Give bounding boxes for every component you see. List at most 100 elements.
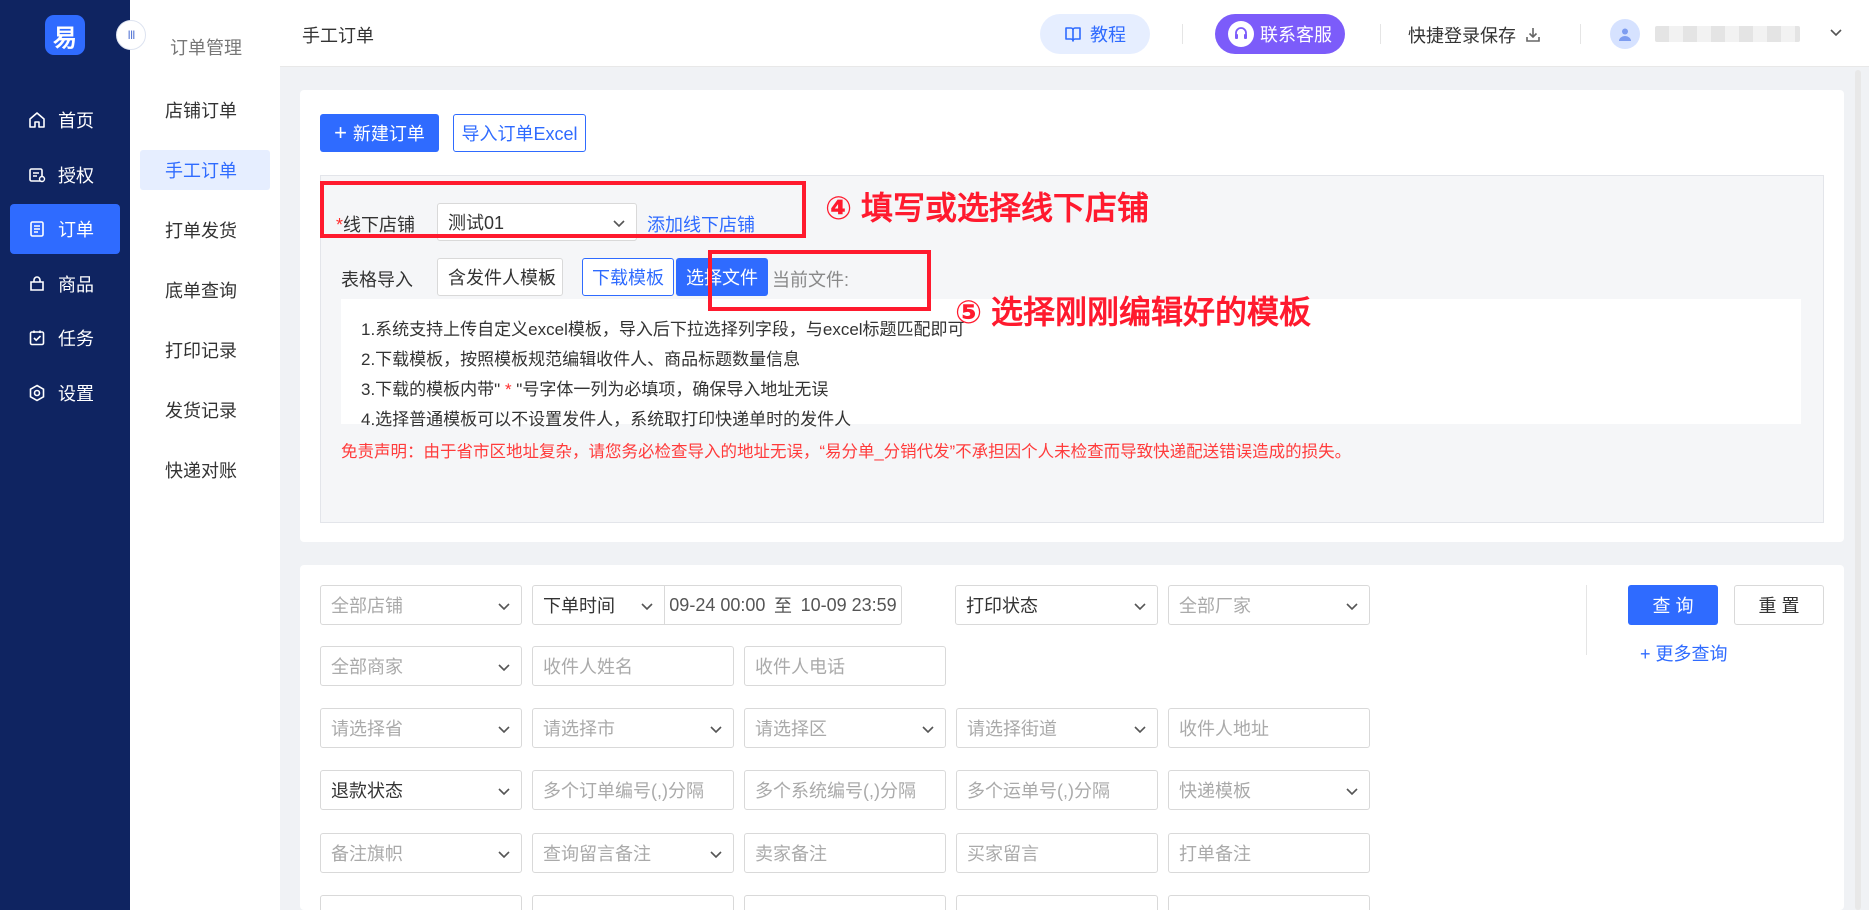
quick-login-save-button[interactable]: 快捷登录保存 [1408, 22, 1542, 48]
order-icon [30, 221, 44, 237]
filter-input-partial[interactable] [320, 895, 522, 910]
filter-input-partial[interactable] [532, 895, 734, 910]
settings-icon [29, 384, 45, 402]
nav-item-settings[interactable]: 设置 [10, 368, 120, 418]
reset-button[interactable]: 重 置 [1734, 585, 1824, 625]
select-placeholder: 备注旗帜 [331, 844, 403, 864]
district-select[interactable]: 请选择区 [744, 708, 946, 748]
subnav-item-waybill-query[interactable]: 底单查询 [140, 270, 270, 310]
subnav-item-print-ship[interactable]: 打单发货 [140, 210, 270, 250]
all-factories-select[interactable]: 全部厂家 [1168, 585, 1370, 625]
home-icon [29, 112, 45, 128]
nav-item-label: 授权 [58, 166, 94, 186]
import-excel-button[interactable]: 导入订单Excel [453, 114, 586, 152]
nav-item-home[interactable]: 首页 [10, 95, 120, 145]
subnav-item-print-records[interactable]: 打印记录 [140, 330, 270, 370]
chevron-down-icon [498, 851, 510, 859]
waybill-numbers-input[interactable]: 多个运单号(,)分隔 [956, 770, 1158, 810]
chevron-down-icon [922, 726, 934, 734]
select-placeholder: 请选择市 [543, 719, 615, 739]
goods-icon [30, 276, 44, 291]
date-end: 10-09 23:59 [800, 594, 897, 615]
all-stores-select[interactable]: 全部店铺 [320, 585, 522, 625]
date-separator: 至 [773, 596, 792, 616]
recipient-phone-input[interactable]: 收件人电话 [744, 646, 946, 686]
auth-icon [29, 168, 46, 183]
filter-input-partial[interactable] [744, 895, 946, 910]
subnav-item-store-orders[interactable]: 店铺订单 [140, 90, 270, 130]
buyer-message-input[interactable]: 买家留言 [956, 833, 1158, 873]
chevron-down-icon [1134, 603, 1146, 611]
nav-item-label: 商品 [58, 275, 94, 295]
new-order-button[interactable]: + 新建订单 [320, 114, 439, 152]
chevron-down-icon[interactable] [1828, 24, 1844, 40]
recipient-name-input[interactable]: 收件人姓名 [532, 646, 734, 686]
query-remark-select[interactable]: 查询留言备注 [532, 833, 734, 873]
main-nav-rail: 易 首页 授权 订单 商品 任务 设置 [0, 0, 130, 910]
plus-icon: + [334, 120, 347, 145]
select-value: 下单时间 [543, 596, 615, 616]
divider [1182, 24, 1183, 44]
subnav-item-ship-records[interactable]: 发货记录 [140, 390, 270, 430]
select-placeholder: 查询留言备注 [543, 844, 651, 864]
remark-flag-select[interactable]: 备注旗帜 [320, 833, 522, 873]
user-avatar[interactable] [1610, 19, 1640, 49]
select-placeholder: 全部店铺 [331, 596, 403, 616]
date-range-picker[interactable]: 09-24 00:00 至 10-09 23:59 [665, 585, 902, 625]
subnav-item-manual-orders[interactable]: 手工订单 [140, 150, 270, 190]
print-remark-input[interactable]: 打单备注 [1168, 833, 1370, 873]
street-select[interactable]: 请选择街道 [956, 708, 1158, 748]
system-numbers-input[interactable]: 多个系统编号(,)分隔 [744, 770, 946, 810]
order-filter-card: 全部店铺 下单时间 09-24 00:00 至 10-09 23:59 打印状态… [300, 565, 1844, 910]
order-numbers-input[interactable]: 多个订单编号(,)分隔 [532, 770, 734, 810]
seller-remark-input[interactable]: 卖家备注 [744, 833, 946, 873]
contact-service-label: 联系客服 [1260, 25, 1332, 45]
subnav-title: 订单管理 [170, 38, 242, 58]
sidebar-collapse-button[interactable]: III [116, 20, 146, 50]
chevron-down-icon [710, 726, 722, 734]
app-logo: 易 [45, 15, 85, 55]
filter-input-partial[interactable] [1168, 895, 1370, 910]
province-select[interactable]: 请选择省 [320, 708, 522, 748]
instruction-line: 4.选择普通模板可以不设置发件人，系统取打印快递单时的发件人 [361, 410, 852, 429]
chevron-down-icon [498, 726, 510, 734]
tutorial-button[interactable]: 教程 [1040, 14, 1150, 54]
contact-service-button[interactable]: 联系客服 [1215, 14, 1345, 54]
nav-item-task[interactable]: 任务 [10, 313, 120, 363]
page-scrollbar[interactable] [1855, 70, 1861, 910]
nav-item-auth[interactable]: 授权 [10, 150, 120, 200]
date-start: 09-24 00:00 [669, 594, 766, 615]
tutorial-label: 教程 [1090, 25, 1126, 45]
annotation-step5: ⑤ 选择刚刚编辑好的模板 [955, 294, 1311, 330]
sub-sidebar: 订单管理 店铺订单 手工订单 打单发货 底单查询 打印记录 发货记录 快递对账 [130, 0, 280, 910]
user-icon [1619, 28, 1631, 41]
express-template-select[interactable]: 快递模板 [1168, 770, 1370, 810]
chevron-down-icon [710, 851, 722, 859]
download-template-button[interactable]: 下载模板 [582, 258, 674, 296]
nav-item-goods[interactable]: 商品 [10, 259, 120, 309]
new-order-label: 新建订单 [352, 124, 425, 144]
subnav-item-express-reconcile[interactable]: 快递对账 [140, 450, 270, 490]
nav-item-label: 订单 [58, 220, 94, 240]
select-placeholder: 请选择区 [755, 719, 827, 739]
nav-item-order[interactable]: 订单 [10, 204, 120, 254]
city-select[interactable]: 请选择市 [532, 708, 734, 748]
template-type-select[interactable]: 含发件人模板 [437, 258, 563, 296]
select-placeholder: 请选择街道 [967, 719, 1057, 739]
more-query-link[interactable]: + 更多查询 [1640, 640, 1728, 666]
recipient-address-input[interactable]: 收件人地址 [1168, 708, 1370, 748]
filter-input-partial[interactable] [956, 895, 1158, 910]
time-type-select[interactable]: 下单时间 [532, 585, 665, 625]
chevron-down-icon [498, 788, 510, 796]
divider [1380, 24, 1381, 44]
chevron-down-icon [498, 664, 510, 672]
annotation-box-step5 [708, 250, 931, 311]
query-button[interactable]: 查 询 [1628, 585, 1718, 625]
all-merchants-select[interactable]: 全部商家 [320, 646, 522, 686]
nav-item-label: 任务 [58, 329, 94, 349]
print-status-select[interactable]: 打印状态 [955, 585, 1158, 625]
divider [1586, 585, 1587, 655]
chevron-down-icon [1346, 788, 1358, 796]
user-name-redacted [1655, 26, 1800, 42]
refund-status-select[interactable]: 退款状态 [320, 770, 522, 810]
